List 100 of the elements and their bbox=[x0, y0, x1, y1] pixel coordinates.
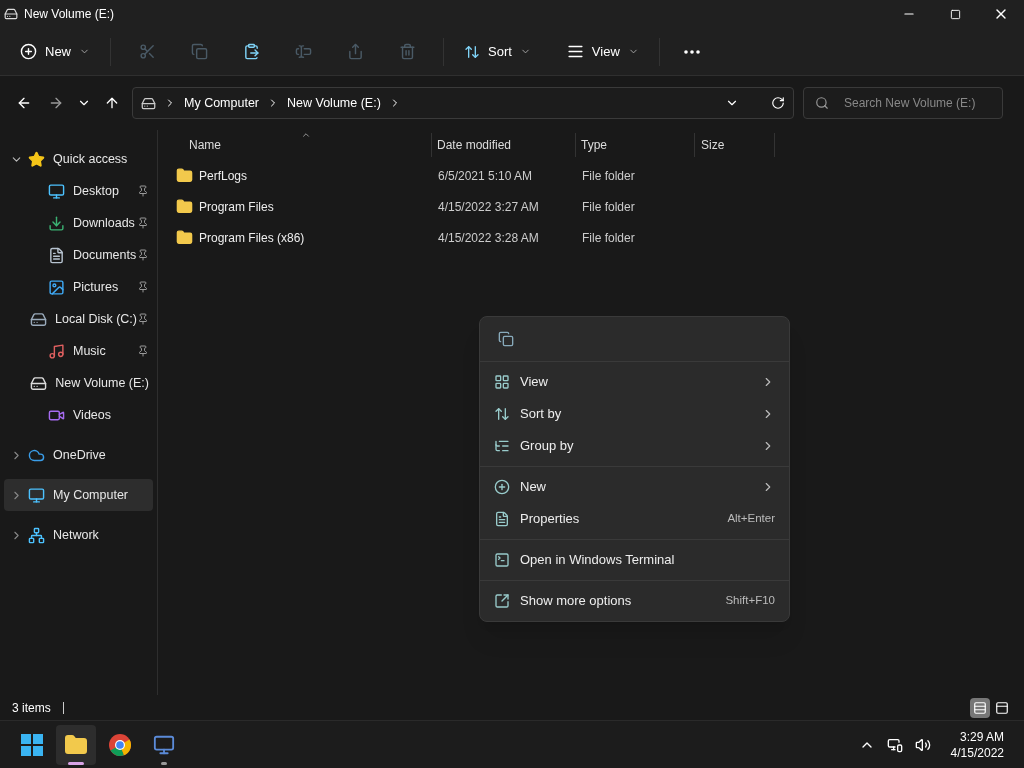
table-cell: 6/5/2021 5:10 AM bbox=[438, 168, 533, 183]
more-icon bbox=[683, 49, 700, 54]
lines-icon bbox=[566, 43, 584, 60]
sidebar-label: New Volume (E:) bbox=[55, 374, 149, 392]
menu-label: Group by bbox=[520, 437, 574, 456]
sidebar-label: My Computer bbox=[53, 486, 130, 504]
clock-date[interactable]: 4/15/2022 bbox=[950, 744, 1004, 761]
sort-icon bbox=[464, 43, 480, 60]
rename-icon bbox=[294, 43, 312, 60]
folder-icon bbox=[176, 229, 193, 246]
breadcrumb[interactable]: My Computer bbox=[184, 93, 260, 113]
sidebar-item[interactable]: New Volume (E:) bbox=[4, 367, 153, 399]
refresh-icon[interactable] bbox=[771, 96, 785, 110]
sidebar-item[interactable]: OneDrive bbox=[4, 439, 153, 471]
file-name[interactable]: PerfLogs bbox=[199, 166, 248, 185]
cut-icon bbox=[138, 43, 156, 60]
copy-icon bbox=[190, 43, 208, 60]
download-icon bbox=[48, 214, 65, 232]
file-name[interactable]: Program Files (x86) bbox=[199, 228, 305, 247]
shortcut-text: Alt+Enter bbox=[727, 511, 775, 527]
maximize-icon bbox=[949, 8, 961, 20]
table-cell: File folder bbox=[582, 199, 635, 214]
monitor-icon bbox=[48, 182, 65, 200]
sidebar-item[interactable]: Local Disk (C:) bbox=[4, 303, 153, 335]
sidebar-label: Documents bbox=[73, 246, 137, 264]
column-header[interactable]: Type bbox=[581, 136, 607, 154]
table-cell: File folder bbox=[582, 168, 635, 183]
drive-icon bbox=[141, 95, 156, 111]
paste-icon bbox=[242, 43, 260, 60]
sidebar-item[interactable]: Pictures bbox=[4, 271, 153, 303]
drive-icon bbox=[30, 310, 48, 328]
menu-item[interactable]: Open in Windows Terminal bbox=[484, 544, 785, 576]
clock-time[interactable]: 3:29 AM bbox=[959, 728, 1004, 745]
sidebar-item[interactable]: Documents bbox=[4, 239, 153, 271]
folder-icon bbox=[64, 732, 88, 757]
sidebar-item[interactable]: Desktop bbox=[4, 175, 153, 207]
shortcut-text: Shift+F10 bbox=[725, 593, 775, 609]
menu-label: New bbox=[520, 478, 546, 497]
expand-icon bbox=[494, 593, 510, 609]
menu-item[interactable]: Show more options Shift+F10 bbox=[484, 585, 785, 617]
window-title: New Volume (E:) bbox=[24, 6, 115, 23]
sidebar-label: OneDrive bbox=[53, 446, 107, 464]
details-icon bbox=[973, 700, 987, 715]
folder-icon bbox=[176, 167, 193, 184]
sidebar-label: Downloads bbox=[73, 214, 136, 232]
menu-item[interactable]: Properties Alt+Enter bbox=[484, 503, 785, 535]
column-header[interactable]: Date modified bbox=[437, 136, 512, 154]
sidebar-label: Music bbox=[73, 342, 107, 360]
column-header[interactable]: Name bbox=[189, 136, 221, 154]
copy-icon bbox=[498, 331, 514, 347]
sidebar-label: Desktop bbox=[73, 182, 120, 200]
volume-icon[interactable] bbox=[914, 736, 931, 753]
column-header[interactable]: Size bbox=[701, 136, 725, 154]
up-icon bbox=[104, 95, 120, 111]
menu-label: Properties bbox=[520, 510, 580, 529]
monitor-icon bbox=[28, 486, 45, 504]
sidebar-item[interactable]: Network bbox=[4, 519, 153, 551]
document-icon bbox=[48, 246, 65, 264]
file-explorer-button[interactable] bbox=[56, 724, 96, 765]
drive-icon bbox=[4, 7, 18, 21]
sidebar-item[interactable]: Videos bbox=[4, 399, 153, 431]
item-count: 3 items bbox=[12, 699, 51, 717]
menu-item[interactable]: Sort by bbox=[484, 398, 785, 430]
menu-label: Show more options bbox=[520, 592, 632, 611]
network-icon bbox=[28, 526, 45, 544]
menu-label: View bbox=[520, 373, 548, 392]
new-button[interactable]: New bbox=[12, 35, 98, 68]
sidebar-item[interactable]: Quick access bbox=[4, 143, 153, 175]
details-view-button[interactable] bbox=[970, 697, 990, 718]
plus-icon bbox=[20, 43, 37, 60]
picture-icon bbox=[48, 278, 65, 296]
tiles-icon bbox=[995, 700, 1009, 715]
file-name[interactable]: Program Files bbox=[199, 197, 274, 216]
windows-logo bbox=[21, 733, 43, 756]
breadcrumb[interactable]: New Volume (E:) bbox=[287, 93, 381, 113]
forward-icon bbox=[48, 95, 64, 111]
delete-icon bbox=[398, 43, 416, 60]
folder-icon bbox=[176, 198, 193, 215]
address-bar[interactable]: My Computer New Volume (E:) bbox=[132, 87, 794, 119]
menu-item[interactable]: View bbox=[484, 366, 785, 398]
search-field[interactable]: Search New Volume (E:) bbox=[803, 87, 1003, 119]
network-icon[interactable] bbox=[886, 736, 903, 753]
monitor-icon bbox=[153, 733, 175, 756]
plus-icon bbox=[494, 479, 510, 495]
sidebar-label: Pictures bbox=[73, 278, 120, 296]
table-cell: 4/15/2022 3:28 AM bbox=[438, 230, 539, 245]
sidebar-item[interactable]: My Computer bbox=[4, 479, 153, 511]
properties-icon bbox=[494, 511, 510, 527]
browser-logo bbox=[108, 732, 132, 757]
drive-icon bbox=[30, 374, 48, 392]
star-icon bbox=[28, 150, 45, 168]
terminal-icon bbox=[494, 552, 510, 568]
sidebar-item[interactable]: Downloads bbox=[4, 207, 153, 239]
sidebar-item[interactable]: Music bbox=[4, 335, 153, 367]
sort-button[interactable]: Sort bbox=[456, 35, 539, 68]
view-button[interactable]: View bbox=[558, 35, 647, 68]
menu-item[interactable]: New bbox=[484, 471, 785, 503]
menu-item[interactable]: Group by bbox=[484, 430, 785, 462]
menu-label: Open in Windows Terminal bbox=[520, 551, 675, 570]
list-icon bbox=[494, 438, 510, 454]
